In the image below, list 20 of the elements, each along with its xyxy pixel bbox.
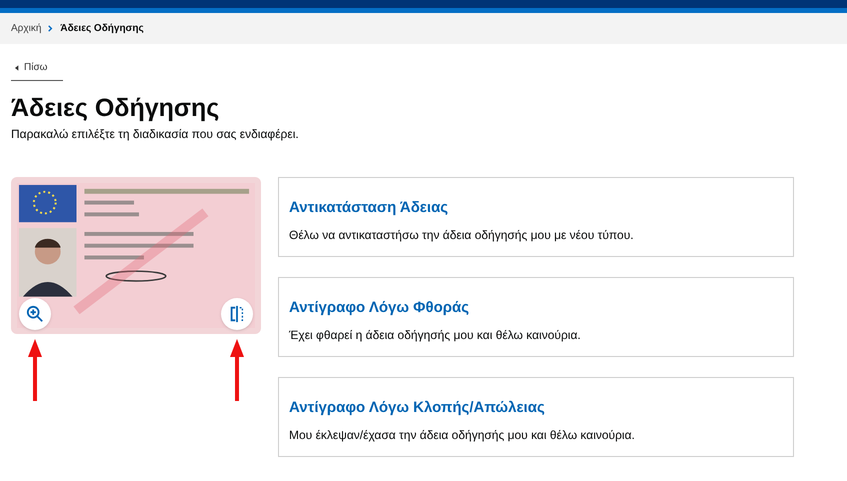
option-title: Αντίγραφο Λόγω Φθοράς xyxy=(289,298,470,318)
split-view-icon xyxy=(228,305,246,323)
back-link[interactable]: Πίσω xyxy=(11,60,64,81)
option-description: Μου έκλεψαν/έχασα την άδεια οδήγησής μου και θέλω καινούρια. xyxy=(289,426,636,444)
arrow-icon xyxy=(229,337,245,403)
page-title: Άδειες Οδήγησης xyxy=(11,93,220,123)
option-card[interactable]: Αντίγραφο Λόγω Κλοπής/Απώλειας Μου έκλεψαν/έχασα την άδεια οδήγησής μου και θέλω καινούρια. xyxy=(278,377,794,457)
caret-icon xyxy=(15,64,19,70)
option-title: Αντίγραφο Λόγω Κλοπής/Απώλειας xyxy=(289,398,546,418)
option-description: Έχει φθαρεί η άδεια οδήγησής μου και θέλω καινούρια. xyxy=(289,326,582,344)
chevron-icon xyxy=(47,25,54,32)
breadcrumb-link[interactable]: Αρχική xyxy=(11,21,42,36)
breadcrumb-current: Άδειες Οδήγησης xyxy=(60,22,144,36)
subtitle: Παρακαλώ επιλέξτε τη διαδικασία που σας ενδιαφέρει. xyxy=(11,126,300,143)
option-title: Αντικατάσταση Άδειας xyxy=(289,198,450,218)
option-card[interactable]: Αντίγραφο Λόγω Φθοράς Έχει φθαρεί η άδεια οδήγησής μου και θέλω καινούρια. xyxy=(278,277,794,357)
arrow-icon xyxy=(27,337,43,403)
option-description: Θέλω να αντικαταστήσω την άδεια οδήγησής μου με νέου τύπου. xyxy=(289,226,635,244)
zoom-in-icon xyxy=(26,305,44,323)
option-card[interactable]: Αντικατάσταση Άδειας Θέλω να αντικαταστήσω την άδεια οδήγησής μου με νέου τύπου. xyxy=(278,177,794,257)
